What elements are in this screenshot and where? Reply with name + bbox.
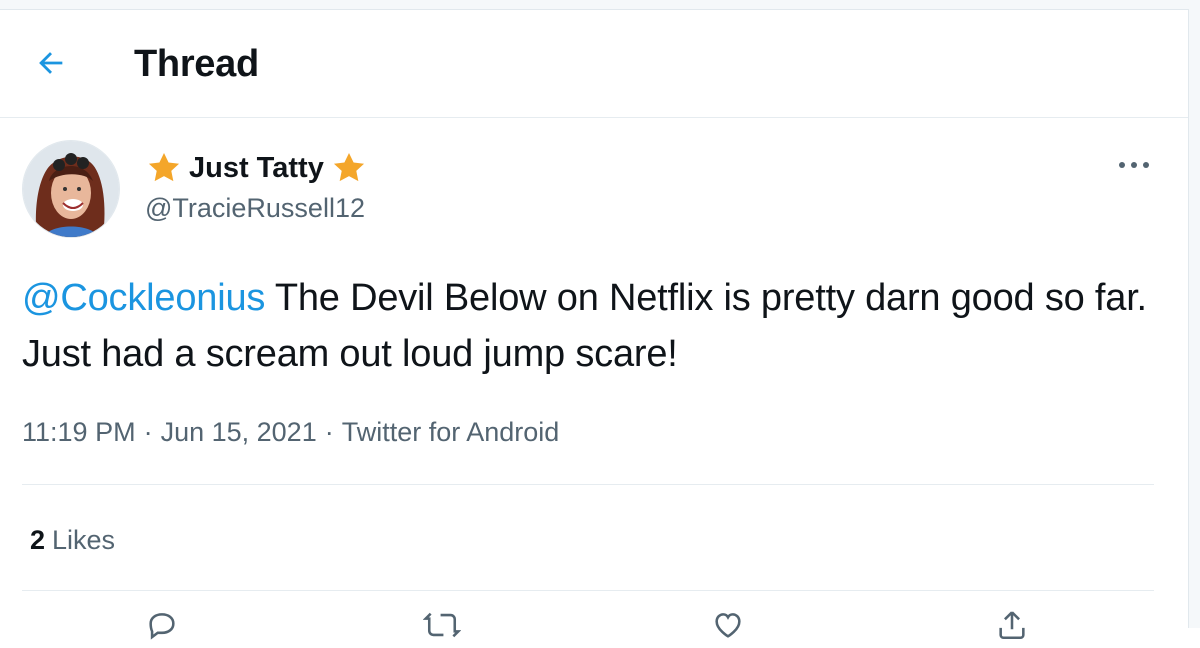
likes-link[interactable]: 2 Likes [30,522,115,558]
tweet-date[interactable]: Jun 15, 2021 [161,414,317,450]
meta-separator: · [324,417,334,447]
author-handle[interactable]: @TracieRussell12 [145,191,365,225]
back-button[interactable] [26,40,76,90]
thread-header: Thread [0,10,1188,118]
retweet-button[interactable] [420,608,464,648]
reply-button[interactable] [140,608,184,648]
more-options-button[interactable] [1112,146,1156,186]
star-icon [330,149,368,187]
star-icon [145,149,183,187]
share-button[interactable] [990,608,1034,648]
arrow-left-icon [34,46,68,85]
scrollbar-track[interactable] [1188,9,1200,628]
mention-link[interactable]: @Cockleonius [22,277,265,319]
tweet-text: @Cockleonius The Devil Below on Netflix … [22,270,1172,382]
tweet-meta: 11:19 PM · Jun 15, 2021 · Twitter for An… [22,414,559,450]
like-button[interactable] [706,608,750,648]
tweet-time[interactable]: 11:19 PM [22,414,136,450]
author-display-name[interactable]: Just Tatty [189,150,324,186]
window-top-edge [0,0,1200,10]
author-name-row[interactable]: Just Tatty [145,148,368,188]
page-title: Thread [134,43,259,85]
likes-label: Likes [52,525,116,555]
likes-count: 2 [30,525,46,555]
tweet-source[interactable]: Twitter for Android [342,414,560,450]
divider [22,484,1154,485]
divider [22,590,1154,591]
meta-separator: · [143,417,153,447]
avatar[interactable] [22,140,120,238]
more-horizontal-icon [1117,157,1151,175]
